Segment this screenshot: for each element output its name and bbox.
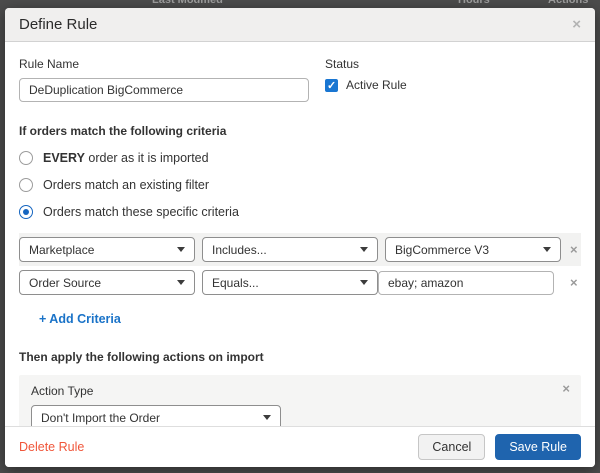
criteria-operator-value-2: Equals... bbox=[212, 275, 259, 290]
caret-down-icon bbox=[360, 247, 368, 252]
action-type-label: Action Type bbox=[31, 384, 94, 398]
criteria-operator-value-1: Includes... bbox=[212, 242, 267, 257]
define-rule-modal: Define Rule × Rule Name Status Active Ru… bbox=[5, 8, 595, 470]
caret-down-icon bbox=[360, 280, 368, 285]
criteria-operator-select-1[interactable]: Includes... bbox=[202, 237, 378, 262]
cancel-button[interactable]: Cancel bbox=[418, 434, 486, 460]
modal-footer: Delete Rule Cancel Save Rule bbox=[5, 426, 595, 467]
active-rule-checkbox[interactable] bbox=[325, 78, 338, 92]
caret-down-icon bbox=[177, 247, 185, 252]
caret-down-icon bbox=[543, 247, 551, 252]
radio-existing-filter-label: Orders match an existing filter bbox=[43, 178, 210, 192]
criteria-field-select-2[interactable]: Order Source bbox=[19, 270, 195, 295]
caret-down-icon bbox=[263, 415, 271, 420]
close-icon[interactable]: × bbox=[572, 17, 581, 32]
rule-name-input[interactable] bbox=[19, 78, 309, 102]
active-rule-label: Active Rule bbox=[346, 78, 407, 92]
remove-criteria-icon-2[interactable]: × bbox=[570, 276, 578, 289]
radio-every-rest: order as it is imported bbox=[84, 151, 209, 165]
radio-every-order-label: EVERY order as it is imported bbox=[43, 151, 209, 165]
radio-option-0[interactable]: EVERY order as it is imported bbox=[19, 151, 581, 165]
criteria-field-value-1: Marketplace bbox=[29, 242, 95, 257]
save-rule-button[interactable]: Save Rule bbox=[495, 434, 581, 460]
criteria-heading: If orders match the following criteria bbox=[19, 124, 227, 138]
criteria-field-value-2: Order Source bbox=[29, 275, 102, 290]
modal-title: Define Rule bbox=[19, 16, 98, 33]
actions-heading: Then apply the following actions on impo… bbox=[19, 350, 264, 364]
background-column-last-modified: Last Modified bbox=[152, 0, 223, 6]
radio-every-order[interactable] bbox=[19, 151, 33, 165]
add-criteria-link[interactable]: + Add Criteria bbox=[39, 312, 121, 326]
criteria-value-1: BigCommerce V3 bbox=[395, 242, 490, 257]
modal-header: Define Rule × bbox=[5, 8, 595, 42]
criteria-value-input-2[interactable] bbox=[378, 270, 554, 295]
status-label: Status bbox=[325, 57, 360, 71]
radio-specific-criteria-label: Orders match these specific criteria bbox=[43, 205, 239, 219]
delete-rule-link[interactable]: Delete Rule bbox=[19, 440, 84, 454]
background-column-hours: Hours bbox=[458, 0, 490, 6]
radio-option-1[interactable]: Orders match an existing filter bbox=[19, 178, 581, 192]
radio-every-bold: EVERY bbox=[43, 151, 85, 165]
modal-body: Rule Name Status Active Rule If orders m… bbox=[5, 42, 595, 472]
criteria-row-2: Order Source Equals... × bbox=[19, 266, 581, 299]
criteria-field-select-1[interactable]: Marketplace bbox=[19, 237, 195, 262]
radio-option-2[interactable]: Orders match these specific criteria bbox=[19, 205, 581, 219]
caret-down-icon bbox=[177, 280, 185, 285]
criteria-row-1: Marketplace Includes... BigCommerce V3 × bbox=[19, 233, 581, 266]
background-column-actions: Actions bbox=[548, 0, 589, 6]
action-type-value: Don't Import the Order bbox=[41, 410, 161, 425]
rule-name-label: Rule Name bbox=[19, 57, 80, 71]
radio-specific-criteria[interactable] bbox=[19, 205, 33, 219]
remove-action-icon[interactable]: × bbox=[562, 382, 570, 395]
criteria-operator-select-2[interactable]: Equals... bbox=[202, 270, 378, 295]
remove-criteria-icon-1[interactable]: × bbox=[570, 243, 578, 256]
radio-existing-filter[interactable] bbox=[19, 178, 33, 192]
criteria-value-select-1[interactable]: BigCommerce V3 bbox=[385, 237, 561, 262]
